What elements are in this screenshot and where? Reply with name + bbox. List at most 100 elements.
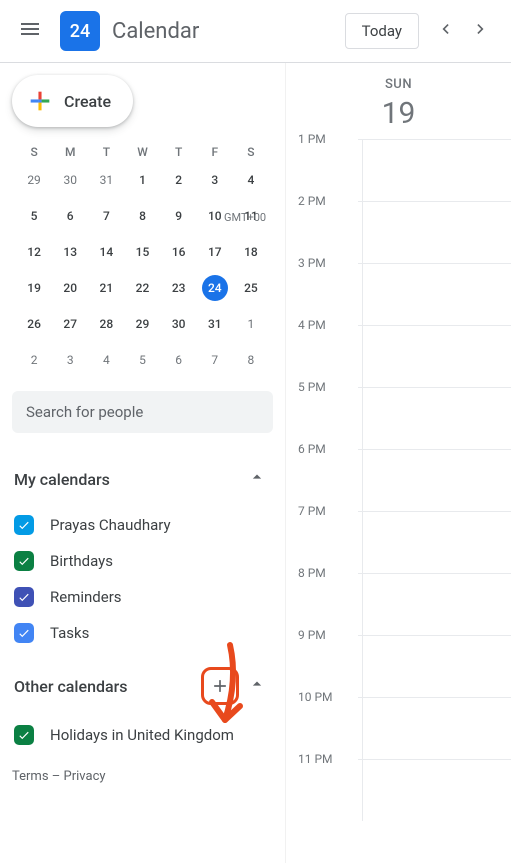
mini-day[interactable]: 5 — [124, 347, 160, 373]
hour-label: 7 PM — [298, 504, 326, 518]
time-slot[interactable]: 3 PM — [286, 263, 511, 325]
mini-dow: S — [233, 145, 269, 159]
calendar-checkbox[interactable] — [14, 623, 34, 643]
sidebar: Create SMTWTFS 2930311234567891011121314… — [0, 63, 285, 863]
mini-day[interactable]: 21 — [88, 275, 124, 301]
timezone-label: GMT+00 — [224, 211, 266, 224]
hour-label: 4 PM — [298, 318, 326, 332]
mini-day[interactable]: 5 — [16, 203, 52, 229]
app-header: 24 Calendar Today — [0, 0, 511, 62]
calendar-label: Birthdays — [50, 552, 113, 570]
mini-day[interactable]: 2 — [16, 347, 52, 373]
menu-icon[interactable] — [12, 11, 48, 51]
mini-day[interactable]: 20 — [52, 275, 88, 301]
mini-day[interactable]: 29 — [124, 311, 160, 337]
mini-day[interactable]: 1 — [124, 167, 160, 193]
calendar-item[interactable]: Birthdays — [12, 543, 273, 579]
other-calendars-toggle[interactable]: Other calendars — [12, 661, 273, 717]
mini-day[interactable]: 9 — [161, 203, 197, 229]
hour-label: 10 PM — [298, 690, 333, 704]
hour-label: 6 PM — [298, 442, 326, 456]
mini-day[interactable]: 6 — [161, 347, 197, 373]
calendar-checkbox[interactable] — [14, 515, 34, 535]
next-period-icon[interactable] — [463, 11, 499, 51]
mini-day[interactable]: 30 — [161, 311, 197, 337]
mini-day[interactable]: 13 — [52, 239, 88, 265]
time-slot[interactable]: 1 PM — [286, 139, 511, 201]
calendar-item[interactable]: Reminders — [12, 579, 273, 615]
mini-day[interactable]: 23 — [161, 275, 197, 301]
time-slot[interactable]: 9 PM — [286, 635, 511, 697]
mini-dow: M — [52, 145, 88, 159]
footer-links: Terms – Privacy — [8, 753, 277, 800]
time-slot[interactable]: 10 PM — [286, 697, 511, 759]
mini-day[interactable]: 30 — [52, 167, 88, 193]
calendar-label: Reminders — [50, 588, 122, 606]
mini-day[interactable]: 29 — [16, 167, 52, 193]
day-view[interactable]: SUN 19 GMT+00 1 PM2 PM3 PM4 PM5 PM6 PM7 … — [285, 63, 511, 863]
mini-day[interactable]: 19 — [16, 275, 52, 301]
add-other-calendar-button[interactable] — [201, 667, 239, 705]
terms-link[interactable]: Terms — [12, 769, 49, 784]
privacy-link[interactable]: Privacy — [64, 769, 106, 784]
mini-day[interactable]: 22 — [124, 275, 160, 301]
today-button[interactable]: Today — [345, 13, 419, 49]
mini-day[interactable]: 3 — [197, 167, 233, 193]
mini-day[interactable]: 4 — [233, 167, 269, 193]
mini-dow: T — [88, 145, 124, 159]
mini-day[interactable]: 15 — [124, 239, 160, 265]
mini-day[interactable]: 16 — [161, 239, 197, 265]
time-slot[interactable]: 4 PM — [286, 325, 511, 387]
time-slot[interactable]: 8 PM — [286, 573, 511, 635]
my-calendars-toggle[interactable]: My calendars — [12, 457, 273, 507]
mini-day[interactable]: 4 — [88, 347, 124, 373]
mini-day[interactable]: 14 — [88, 239, 124, 265]
search-people-input[interactable]: Search for people — [12, 391, 273, 433]
mini-day[interactable]: 12 — [16, 239, 52, 265]
create-button[interactable]: Create — [12, 75, 133, 127]
hour-label: 8 PM — [298, 566, 326, 580]
mini-day[interactable]: 31 — [88, 167, 124, 193]
mini-day[interactable]: 2 — [161, 167, 197, 193]
other-calendars-title: Other calendars — [14, 677, 128, 696]
calendar-checkbox[interactable] — [14, 551, 34, 571]
mini-day[interactable]: 28 — [88, 311, 124, 337]
day-header: SUN 19 — [286, 63, 511, 139]
mini-dow: S — [16, 145, 52, 159]
time-slot[interactable]: 7 PM — [286, 511, 511, 573]
mini-day[interactable]: 1 — [233, 311, 269, 337]
mini-day[interactable]: 31 — [197, 311, 233, 337]
time-slot[interactable]: 5 PM — [286, 387, 511, 449]
calendar-item[interactable]: Holidays in United Kingdom — [12, 717, 273, 753]
mini-day[interactable]: 3 — [52, 347, 88, 373]
mini-day[interactable]: 8 — [233, 347, 269, 373]
calendar-logo: 24 — [60, 11, 100, 51]
mini-day[interactable]: 8 — [124, 203, 160, 229]
mini-dow: F — [197, 145, 233, 159]
calendar-checkbox[interactable] — [14, 587, 34, 607]
create-label: Create — [64, 92, 111, 111]
mini-day[interactable]: 25 — [233, 275, 269, 301]
hour-label: 1 PM — [298, 132, 326, 146]
calendar-item[interactable]: Tasks — [12, 615, 273, 651]
mini-day[interactable]: 6 — [52, 203, 88, 229]
mini-day[interactable]: 24 — [202, 275, 228, 301]
time-slot[interactable]: 11 PM — [286, 759, 511, 821]
hour-label: 11 PM — [298, 752, 333, 766]
day-number: 19 — [286, 96, 511, 131]
calendar-item[interactable]: Prayas Chaudhary — [12, 507, 273, 543]
mini-day[interactable]: 7 — [197, 347, 233, 373]
mini-day[interactable]: 17 — [197, 239, 233, 265]
mini-dow: W — [124, 145, 160, 159]
time-slot[interactable]: 2 PM — [286, 201, 511, 263]
mini-day[interactable]: 26 — [16, 311, 52, 337]
plus-multicolor-icon — [26, 87, 54, 115]
hour-label: 3 PM — [298, 256, 326, 270]
mini-day[interactable]: 18 — [233, 239, 269, 265]
calendar-checkbox[interactable] — [14, 725, 34, 745]
time-slot[interactable]: 6 PM — [286, 449, 511, 511]
mini-day[interactable]: 7 — [88, 203, 124, 229]
prev-period-icon[interactable] — [427, 11, 463, 51]
mini-calendar: SMTWTFS 29303112345678910111213141516171… — [8, 145, 277, 373]
mini-day[interactable]: 27 — [52, 311, 88, 337]
